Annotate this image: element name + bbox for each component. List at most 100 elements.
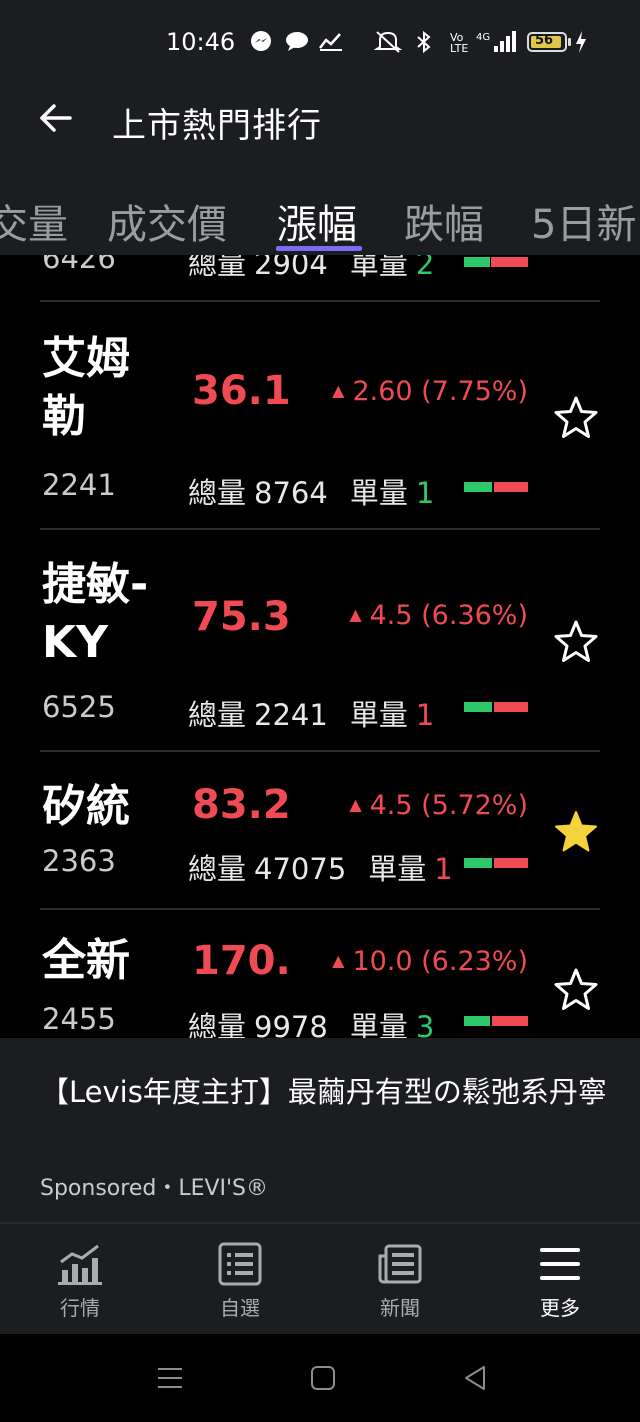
- lot-label: 單量: [349, 255, 408, 281]
- volte-label: Vo LTE: [450, 31, 469, 55]
- buy-sell-bar: [464, 257, 528, 267]
- active-tab-indicator: [276, 246, 362, 251]
- volume-info: 總量 47075 單量 1: [188, 846, 453, 888]
- charging-icon: [576, 31, 586, 53]
- battery-level: 56: [535, 33, 554, 48]
- svg-text:4G: 4G: [476, 32, 490, 43]
- back-icon[interactable]: [462, 1364, 488, 1392]
- status-time: 10:46: [166, 28, 236, 56]
- list-item[interactable]: 6426 總量 2904 單量 2: [0, 255, 640, 299]
- lot-value: 1: [434, 852, 453, 886]
- volume-label: 總量: [188, 255, 247, 281]
- stock-price: 83.2: [192, 782, 291, 828]
- back-arrow-icon[interactable]: [36, 98, 76, 138]
- messenger-icon: [251, 31, 271, 51]
- stock-name: 捷敏- KY: [42, 559, 149, 668]
- list-item[interactable]: 捷敏- KY 6525 75.3 ▲ 4.5 (6.36%) 總量 2241 單量 1: [0, 530, 640, 750]
- buy-sell-bar: [464, 482, 528, 492]
- stock-code: 6525: [42, 690, 116, 724]
- volume-value: 9978: [254, 1010, 328, 1038]
- stock-code: 2363: [42, 844, 116, 878]
- volume-info: 總量 2904 單量 2: [188, 255, 434, 283]
- volume-label: 總量: [188, 1010, 247, 1038]
- stock-name: 艾姆勒: [42, 333, 130, 442]
- volume-value: 2904: [254, 255, 328, 281]
- nav-label: 更多: [540, 1296, 580, 1320]
- volume-info: 總量 2241 單量 1: [188, 692, 434, 734]
- tab-gainers[interactable]: 漲幅: [277, 192, 357, 250]
- price-change: ▲ 10.0 (6.23%): [332, 946, 528, 977]
- stock-price: 170.: [192, 938, 291, 984]
- stock-code: 6426: [42, 255, 116, 275]
- lot-value: 3: [415, 1010, 435, 1038]
- status-bar: 10:46 Vo LTE 4G 56: [0, 26, 640, 60]
- buy-sell-bar: [464, 1016, 528, 1026]
- recents-icon[interactable]: [156, 1364, 184, 1392]
- stock-price: 75.3: [192, 594, 291, 640]
- stock-price: 36.1: [192, 368, 291, 414]
- stock-chart-icon: [319, 33, 342, 51]
- tab-price[interactable]: 成交價: [107, 192, 227, 250]
- list-item[interactable]: 艾姆勒 2241 36.1 ▲ 2.60 (7.75%) 總量 8764 單量 1: [0, 302, 640, 528]
- chat-icon: [286, 32, 308, 51]
- star-filled-icon[interactable]: [552, 808, 600, 856]
- lot-value: 2: [415, 255, 435, 281]
- news-icon: [378, 1244, 422, 1284]
- ad-headline[interactable]: 【Levis年度主打】最繭丹有型の鬆弛系丹寧: [40, 1066, 610, 1118]
- signal-icon: 4G: [476, 31, 516, 52]
- nav-watchlist[interactable]: 自選: [180, 1242, 300, 1321]
- list-icon: [218, 1242, 262, 1286]
- list-item[interactable]: 矽統 2363 83.2 ▲ 4.5 (5.72%) 總量 47075 單量 1: [0, 752, 640, 908]
- volume-label: 總量: [188, 852, 247, 886]
- bluetooth-icon: [417, 30, 431, 54]
- stock-code: 2455: [42, 1002, 116, 1036]
- nav-label: 自選: [220, 1296, 260, 1320]
- price-change: ▲ 4.5 (5.72%): [349, 790, 528, 821]
- ad-sponsor: Sponsored・LEVI'S®: [40, 1176, 269, 1201]
- app-header: 上市熱門排行: [0, 92, 640, 152]
- system-nav-bar: [0, 1334, 640, 1422]
- stock-name: 矽統: [42, 781, 130, 832]
- volume-info: 總量 8764 單量 1: [188, 470, 434, 512]
- stock-name: 全新: [42, 935, 130, 986]
- nav-quotes[interactable]: 行情: [20, 1242, 140, 1321]
- buy-sell-bar: [464, 702, 528, 712]
- lot-value: 1: [415, 698, 435, 732]
- stock-code: 2241: [42, 468, 116, 502]
- star-outline-icon[interactable]: [552, 618, 600, 666]
- star-outline-icon[interactable]: [552, 966, 600, 1014]
- lot-label: 單量: [368, 852, 427, 886]
- price-change: ▲ 4.5 (6.36%): [349, 600, 528, 631]
- buy-sell-bar: [464, 858, 528, 868]
- tab-losers[interactable]: 跌幅: [404, 192, 484, 250]
- nav-news[interactable]: 新聞: [340, 1242, 460, 1321]
- top-area: 10:46 Vo LTE 4G 56 上市熱門排行 交量 成交價 漲幅 跌幅 5…: [0, 0, 640, 255]
- nav-more[interactable]: 更多: [500, 1242, 620, 1321]
- star-outline-icon[interactable]: [552, 394, 600, 442]
- lot-label: 單量: [349, 698, 408, 732]
- list-item[interactable]: 全新 2455 170. ▲ 10.0 (6.23%) 總量 9978 單量 3: [0, 910, 640, 1038]
- bottom-nav: 行情 自選 新聞 更多: [0, 1222, 640, 1334]
- home-icon[interactable]: [310, 1364, 336, 1392]
- nav-label: 行情: [60, 1296, 100, 1320]
- volume-value: 8764: [254, 476, 328, 510]
- tab-5day-high[interactable]: 5日新: [531, 192, 636, 250]
- volume-label: 總量: [188, 476, 247, 510]
- nav-label: 新聞: [380, 1296, 420, 1320]
- volume-info: 總量 9978 單量 3: [188, 1004, 434, 1038]
- lot-value: 1: [415, 476, 435, 510]
- lot-label: 單量: [349, 1010, 408, 1038]
- chart-icon: [58, 1244, 102, 1285]
- tab-bar: 交量 成交價 漲幅 跌幅 5日新: [0, 188, 640, 255]
- battery-indicator: 56: [527, 32, 571, 52]
- menu-icon: [540, 1248, 580, 1280]
- volume-label: 總量: [188, 698, 247, 732]
- stock-list[interactable]: 6426 總量 2904 單量 2 艾姆勒 2241 36.1 ▲ 2.60 (7.75…: [0, 255, 640, 1038]
- tab-volume[interactable]: 交量: [0, 192, 68, 250]
- page-title: 上市熱門排行: [112, 106, 322, 146]
- lot-label: 單量: [349, 476, 408, 510]
- volume-value: 47075: [254, 852, 347, 886]
- sponsored-ad[interactable]: 【Levis年度主打】最繭丹有型の鬆弛系丹寧 Sponsored・LEVI'S®: [0, 1038, 640, 1222]
- mute-icon: [374, 31, 402, 53]
- price-change: ▲ 2.60 (7.75%): [332, 376, 528, 407]
